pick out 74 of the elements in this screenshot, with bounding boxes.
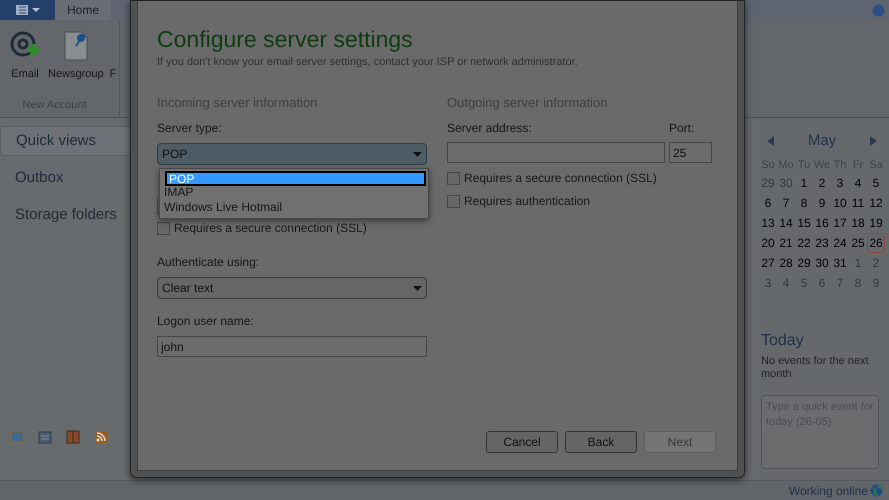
ribbon-button[interactable]: Email: [8, 30, 42, 82]
menu-icon: [14, 4, 40, 16]
calendar-month: May: [808, 131, 836, 151]
dialog-subtitle: If you don't know your email server settings, contact your ISP or network administrator.: [157, 55, 579, 70]
calendar-day[interactable]: 9: [813, 192, 831, 212]
calendar-day[interactable]: 13: [759, 212, 777, 232]
book-icon[interactable]: [66, 430, 80, 444]
field-label: Authenticate using:: [157, 254, 260, 271]
calendar-day[interactable]: 30: [813, 252, 831, 272]
calendar-day[interactable]: 19: [867, 212, 885, 232]
document-pin-icon: [62, 30, 89, 62]
checkbox-label: Requires a secure connection (SSL): [464, 170, 657, 187]
calendar-day[interactable]: 29: [795, 252, 813, 272]
calendar-day[interactable]: 27: [759, 252, 777, 272]
calendar-day[interactable]: 8: [795, 192, 813, 212]
calendar-day[interactable]: 11: [849, 192, 867, 212]
feed-icon[interactable]: [94, 430, 108, 444]
dialog-title: Configure server settings: [157, 25, 414, 53]
dropdown-option[interactable]: Windows Live Hotmail: [162, 201, 426, 216]
calendar-day[interactable]: 18: [849, 212, 867, 232]
calendar-day[interactable]: 7: [777, 192, 795, 212]
calendar-day[interactable]: 2: [813, 172, 831, 192]
dropdown-option[interactable]: POP: [165, 171, 426, 186]
checkbox[interactable]: [447, 194, 460, 208]
mail-icon[interactable]: [10, 430, 24, 444]
calendar-day[interactable]: 15: [795, 212, 813, 232]
field-label: Server address:: [447, 120, 532, 137]
ribbon-tab[interactable]: Home: [55, 0, 112, 20]
calendar-icon[interactable]: [38, 430, 52, 444]
dropdown-option[interactable]: IMAP: [162, 186, 426, 201]
caret-icon: [413, 152, 422, 156]
caret-icon: [413, 286, 422, 290]
globe-icon: [870, 484, 883, 497]
calendar-day[interactable]: 25: [849, 232, 867, 252]
app-menu-button[interactable]: [0, 0, 55, 20]
ribbon-button[interactable]: F: [110, 66, 116, 82]
server-type-dropdown[interactable]: POP: [157, 143, 427, 165]
checkbox-label: Requires authentication: [464, 193, 590, 210]
calendar-day[interactable]: 4: [849, 172, 867, 192]
calendar-day[interactable]: 23: [813, 232, 831, 252]
dialog-button[interactable]: Cancel: [486, 431, 558, 453]
status-text: Working online: [788, 482, 868, 500]
calendar-day[interactable]: 26: [867, 232, 885, 252]
calendar-day[interactable]: 28: [777, 252, 795, 272]
checkbox-label: Requires a secure connection (SSL): [174, 220, 367, 237]
today-heading: Today: [760, 330, 805, 350]
checkbox[interactable]: [447, 172, 460, 184]
calendar-day[interactable]: 20: [759, 232, 777, 252]
calendar-day[interactable]: 22: [795, 232, 813, 252]
next-month-icon[interactable]: [869, 136, 877, 146]
calendar-day[interactable]: 5: [867, 172, 885, 192]
server-address-field[interactable]: [447, 142, 665, 163]
field-label: Port:: [669, 120, 696, 137]
checkbox[interactable]: [157, 222, 170, 234]
port-field[interactable]: 25: [669, 142, 712, 163]
calendar-day[interactable]: 24: [831, 232, 849, 252]
calendar-day[interactable]: 3: [831, 172, 849, 192]
calendar-day[interactable]: 10: [831, 192, 849, 212]
calendar-day[interactable]: 31: [831, 252, 849, 272]
ribbon-button[interactable]: Newsgroup: [46, 30, 106, 82]
calendar-day[interactable]: 21: [777, 232, 795, 252]
calendar-day[interactable]: 17: [831, 212, 849, 232]
dialog-button[interactable]: Back: [565, 431, 637, 453]
calendar-day[interactable]: 12: [867, 192, 885, 212]
field-label: Logon user name:: [157, 313, 255, 330]
authentication-dropdown[interactable]: Clear text: [157, 277, 427, 299]
user-name-field[interactable]: john: [157, 336, 427, 357]
today-text: No events for the next month: [760, 354, 870, 380]
calendar-day[interactable]: 14: [777, 212, 795, 232]
calendar-day[interactable]: 16: [813, 212, 831, 232]
field-label: Server type:: [157, 120, 223, 137]
calendar-day[interactable]: 1: [795, 172, 813, 192]
previous-month-icon[interactable]: [767, 136, 775, 146]
calendar-day[interactable]: 6: [759, 192, 777, 212]
